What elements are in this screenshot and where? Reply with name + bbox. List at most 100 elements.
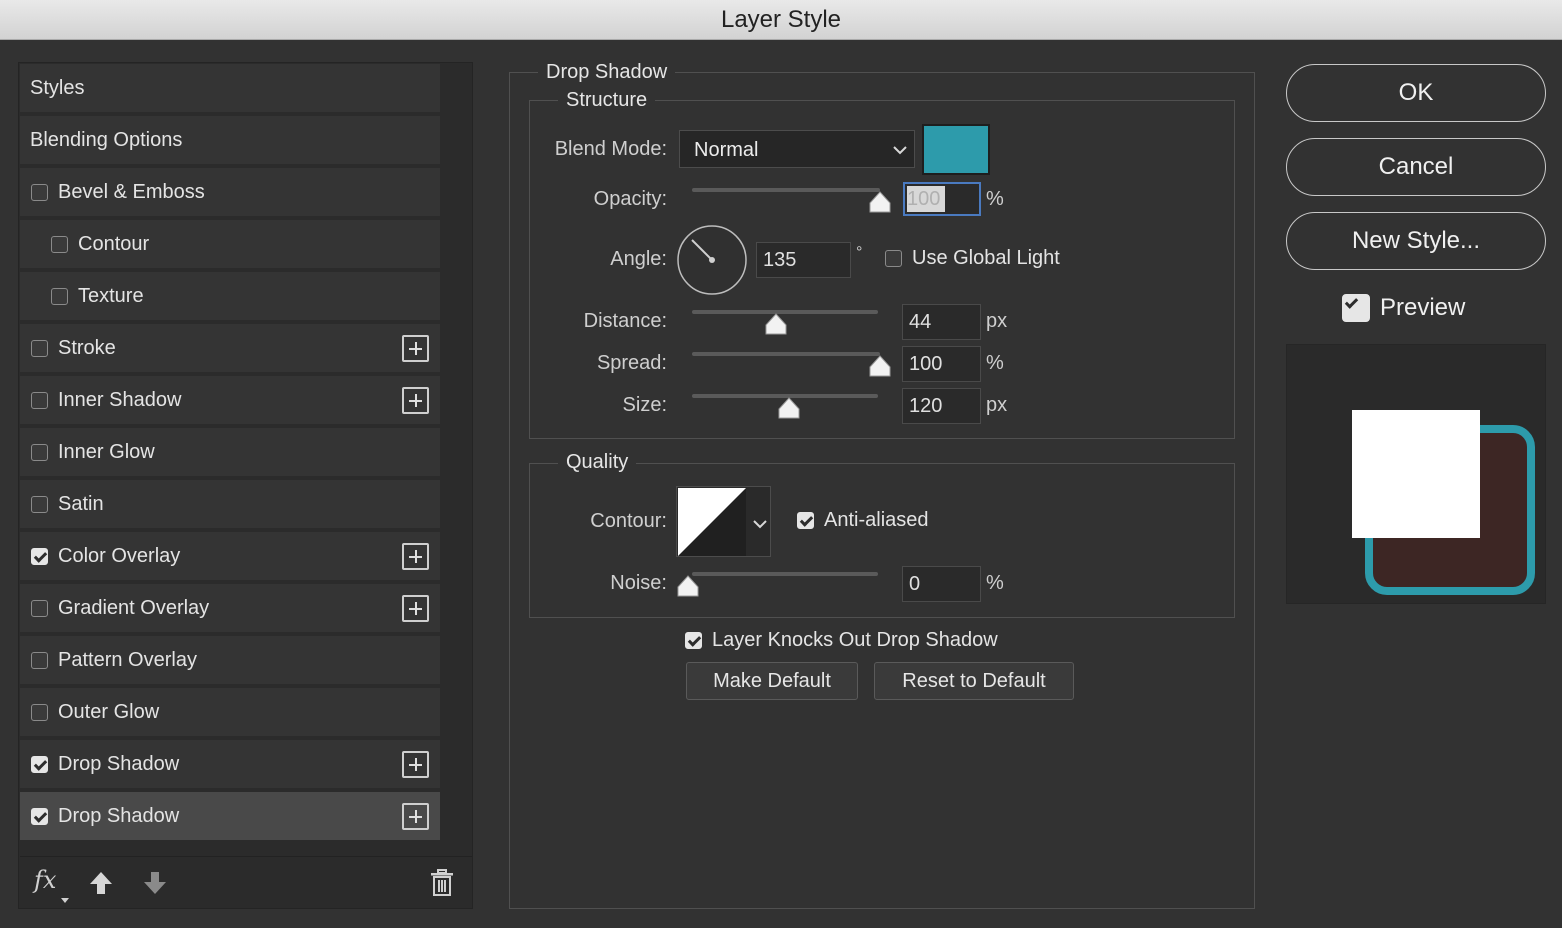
chevron-down-icon [893,146,907,155]
add-effect-plus-icon[interactable] [402,387,429,414]
move-down-arrow-icon[interactable] [142,870,168,901]
distance-input[interactable]: 44 [902,304,981,340]
style-item[interactable]: Color Overlay [20,532,440,582]
style-item[interactable]: Drop Shadow [20,792,440,842]
style-item-label: Gradient Overlay [58,597,210,619]
style-item-label: Styles [30,77,85,99]
window-title-bar: Layer Style [0,0,1562,40]
style-item-label: Bevel & Emboss [58,181,205,203]
preview-thumbnail [1286,344,1546,604]
layer-knocks-out-label: Layer Knocks Out Drop Shadow [712,629,998,651]
style-item-label: Color Overlay [58,545,181,567]
style-item[interactable]: Bevel & Emboss [20,168,440,218]
style-checkbox[interactable] [31,444,48,461]
fx-label: fx [34,866,57,894]
style-item[interactable]: Satin [20,480,440,530]
opacity-slider-track[interactable] [692,188,880,192]
spread-unit: % [986,352,1004,374]
angle-input[interactable]: 135 [756,242,851,278]
use-global-light-label: Use Global Light [912,247,1060,269]
style-checkbox[interactable] [31,340,48,357]
style-checkbox[interactable] [51,236,68,253]
reset-to-default-button[interactable]: Reset to Default [874,662,1074,700]
opacity-label: Opacity: [593,188,667,210]
size-value: 120 [909,395,943,417]
preview-layer-fill [1352,410,1480,538]
style-item[interactable]: Texture [20,272,440,322]
use-global-light-checkbox[interactable] [885,250,902,267]
noise-unit: % [986,572,1004,594]
style-item-label: Texture [78,285,144,307]
trash-icon[interactable] [429,869,455,902]
style-item[interactable]: Gradient Overlay [20,584,440,634]
opacity-input[interactable]: 100 [903,182,981,216]
ok-button[interactable]: OK [1286,64,1546,122]
style-checkbox[interactable] [31,704,48,721]
blend-mode-select[interactable]: Normal [679,130,915,168]
style-item[interactable]: Inner Shadow [20,376,440,426]
style-checkbox[interactable] [31,548,48,565]
drop-shadow-title: Drop Shadow [538,61,676,84]
style-item-label: Inner Shadow [58,389,182,411]
size-input[interactable]: 120 [902,388,981,424]
spread-label: Spread: [596,352,667,374]
make-default-button[interactable]: Make Default [686,662,858,700]
new-style-button[interactable]: New Style... [1286,212,1546,270]
style-item[interactable]: Blending Options [20,116,440,166]
style-item-label: Drop Shadow [58,753,180,775]
style-checkbox[interactable] [31,756,48,773]
noise-slider-track[interactable] [692,572,878,576]
anti-aliased-checkbox[interactable] [797,512,814,529]
add-effect-plus-icon[interactable] [402,751,429,778]
style-item[interactable]: Stroke [20,324,440,374]
cancel-button[interactable]: Cancel [1286,138,1546,196]
anti-aliased-label: Anti-aliased [824,509,929,531]
add-effect-plus-icon[interactable] [402,543,429,570]
style-item[interactable]: Drop Shadow [20,740,440,790]
style-item[interactable]: Inner Glow [20,428,440,478]
blend-mode-label: Blend Mode: [554,138,667,160]
add-effect-plus-icon[interactable] [402,595,429,622]
window-title: Layer Style [720,6,842,33]
style-item-label: Blending Options [30,129,183,151]
style-checkbox[interactable] [31,184,48,201]
blend-mode-value: Normal [694,139,759,161]
style-item-label: Pattern Overlay [58,649,197,671]
preview-checkbox[interactable] [1342,294,1370,322]
style-item-label: Satin [58,493,104,515]
style-checkbox[interactable] [31,600,48,617]
style-item[interactable]: Pattern Overlay [20,636,440,686]
style-item[interactable]: Outer Glow [20,688,440,738]
add-effect-plus-icon[interactable] [402,803,429,830]
shadow-color-swatch[interactable] [922,124,990,175]
layer-knocks-out-checkbox[interactable] [685,632,702,649]
style-item[interactable]: Styles [20,64,440,114]
angle-value: 135 [763,249,797,271]
add-effect-plus-icon[interactable] [402,335,429,362]
structure-title: Structure [558,89,656,112]
style-checkbox[interactable] [31,496,48,513]
angle-unit: ° [856,244,863,261]
style-item-label: Outer Glow [58,701,160,723]
style-item[interactable]: Contour [20,220,440,270]
style-item-label: Inner Glow [58,441,155,463]
fx-icon[interactable]: fx [34,866,69,906]
angle-dial[interactable] [676,224,748,296]
style-checkbox[interactable] [31,652,48,669]
noise-input[interactable]: 0 [902,566,981,602]
preview-label: Preview [1380,294,1466,321]
style-item-label: Drop Shadow [58,805,180,827]
move-up-arrow-icon[interactable] [88,870,114,901]
spread-input[interactable]: 100 [902,346,981,382]
noise-label: Noise: [610,572,667,594]
style-checkbox[interactable] [51,288,68,305]
panel-divider [20,856,472,857]
contour-picker[interactable] [676,486,771,557]
noise-value: 0 [909,573,921,595]
style-checkbox[interactable] [31,808,48,825]
spread-slider-track[interactable] [692,352,880,356]
opacity-value: 100 [907,186,945,212]
opacity-unit: % [986,188,1004,210]
style-checkbox[interactable] [31,392,48,409]
distance-unit: px [986,310,1008,332]
